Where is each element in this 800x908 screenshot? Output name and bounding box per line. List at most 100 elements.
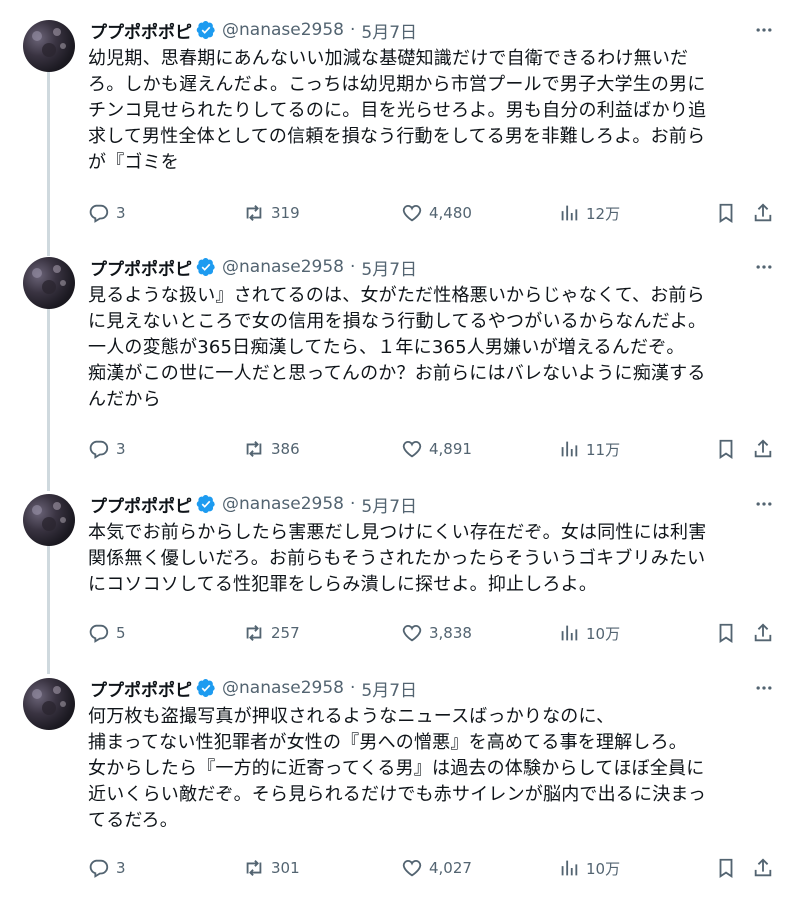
retweet-icon (246, 860, 262, 876)
reply-count: 3 (116, 204, 126, 222)
reply-count: 3 (116, 440, 126, 458)
share-button[interactable] (752, 854, 774, 882)
retweet-button[interactable]: 319 (243, 199, 300, 227)
bookmark-button[interactable] (715, 619, 737, 647)
more-horizontal-icon[interactable] (752, 492, 776, 516)
avatar[interactable] (23, 678, 75, 730)
like-count: 4,891 (429, 440, 472, 458)
verified-badge-icon[interactable] (196, 20, 216, 40)
bookmark-button[interactable] (715, 435, 737, 463)
tweet-actions: 5 257 3,838 10万 (88, 619, 788, 647)
views-bar-chart-icon (561, 205, 578, 221)
handle[interactable]: @nanase2958 (222, 678, 344, 698)
retweet-icon (246, 625, 262, 641)
display-name[interactable]: ププポポポピ (90, 492, 192, 517)
verified-badge-icon[interactable] (196, 678, 216, 698)
views-bar-chart-icon (561, 860, 578, 876)
bookmark-button[interactable] (715, 199, 737, 227)
views-bar-chart-icon (561, 625, 578, 641)
handle[interactable]: @nanase2958 (222, 20, 344, 40)
separator: · (349, 494, 356, 514)
bookmark-icon (719, 623, 733, 643)
retweet-count: 319 (271, 204, 300, 222)
like-button[interactable]: 3,838 (401, 619, 472, 647)
timestamp[interactable]: 5月7日 (361, 676, 417, 701)
display-name[interactable]: ププポポポピ (90, 18, 192, 43)
like-count: 4,480 (429, 204, 472, 222)
reply-icon (89, 624, 109, 643)
reply-icon (89, 204, 109, 223)
retweet-icon (246, 441, 262, 457)
reply-button[interactable]: 3 (88, 854, 126, 882)
share-icon (754, 439, 772, 458)
handle[interactable]: @nanase2958 (222, 494, 344, 514)
handle[interactable]: @nanase2958 (222, 257, 344, 277)
like-button[interactable]: 4,891 (401, 435, 472, 463)
timestamp[interactable]: 5月7日 (361, 18, 417, 43)
tweet-actions: 3 301 4,027 10万 (88, 854, 788, 882)
reply-icon (89, 440, 109, 459)
view-count: 10万 (586, 624, 621, 643)
heart-icon (402, 625, 422, 642)
reply-button[interactable]: 3 (88, 199, 126, 227)
retweet-count: 257 (271, 624, 300, 642)
views-bar-chart-icon (561, 441, 578, 457)
timestamp[interactable]: 5月7日 (361, 492, 417, 517)
reply-button[interactable]: 3 (88, 435, 126, 463)
tweet-actions: 3 319 4,480 12万 (88, 199, 788, 227)
tweet-text: 幼児期、思春期にあんないい加減な基礎知識だけで自衛できるわけ無いだ ろ。しかも遅… (88, 48, 707, 173)
retweet-icon (246, 205, 262, 221)
avatar[interactable] (23, 20, 75, 72)
like-button[interactable]: 4,480 (401, 199, 472, 227)
share-icon (754, 858, 772, 877)
separator: · (349, 257, 356, 277)
bookmark-button[interactable] (715, 854, 737, 882)
more-horizontal-icon[interactable] (752, 18, 776, 42)
like-count: 4,027 (429, 859, 472, 877)
verified-badge-icon[interactable] (196, 494, 216, 514)
heart-icon (402, 205, 422, 222)
reply-count: 5 (116, 624, 126, 642)
views-button[interactable]: 12万 (558, 199, 620, 227)
retweet-button[interactable]: 301 (243, 854, 300, 882)
views-button[interactable]: 10万 (558, 619, 620, 647)
timestamp[interactable]: 5月7日 (361, 255, 417, 280)
thread-line (47, 70, 50, 256)
separator: · (349, 678, 356, 698)
share-icon (754, 203, 772, 222)
retweet-count: 301 (271, 859, 300, 877)
view-count: 10万 (586, 859, 621, 878)
thread-line (47, 307, 50, 491)
retweet-count: 386 (271, 440, 300, 458)
avatar[interactable] (23, 257, 75, 309)
heart-icon (402, 860, 422, 877)
share-icon (754, 623, 772, 642)
like-button[interactable]: 4,027 (401, 854, 472, 882)
verified-badge-icon[interactable] (196, 257, 216, 277)
share-button[interactable] (752, 619, 774, 647)
view-count: 12万 (586, 204, 621, 223)
views-button[interactable]: 11万 (558, 435, 620, 463)
share-button[interactable] (752, 199, 774, 227)
tweet-text: 何万枚も盗撮写真が押収されるようなニュースばっかりなのに、 捕まってない性犯罪者… (88, 706, 707, 831)
avatar[interactable] (23, 494, 75, 546)
retweet-button[interactable]: 257 (243, 619, 300, 647)
display-name[interactable]: ププポポポピ (90, 255, 192, 280)
more-horizontal-icon[interactable] (752, 255, 776, 279)
thread-line (47, 544, 50, 674)
bookmark-icon (719, 439, 733, 459)
bookmark-icon (719, 858, 733, 878)
separator: · (349, 20, 356, 40)
reply-icon (89, 859, 109, 878)
heart-icon (402, 441, 422, 458)
retweet-button[interactable]: 386 (243, 435, 300, 463)
tweet-actions: 3 386 4,891 11万 (88, 435, 788, 463)
view-count: 11万 (586, 440, 621, 459)
tweet-text: 本気でお前らからしたら害悪だし見つけにくい存在だぞ。女は同性には利害 関係無く優… (88, 522, 707, 595)
more-horizontal-icon[interactable] (752, 676, 776, 700)
views-button[interactable]: 10万 (558, 854, 620, 882)
display-name[interactable]: ププポポポピ (90, 676, 192, 701)
reply-button[interactable]: 5 (88, 619, 126, 647)
share-button[interactable] (752, 435, 774, 463)
like-count: 3,838 (429, 624, 472, 642)
